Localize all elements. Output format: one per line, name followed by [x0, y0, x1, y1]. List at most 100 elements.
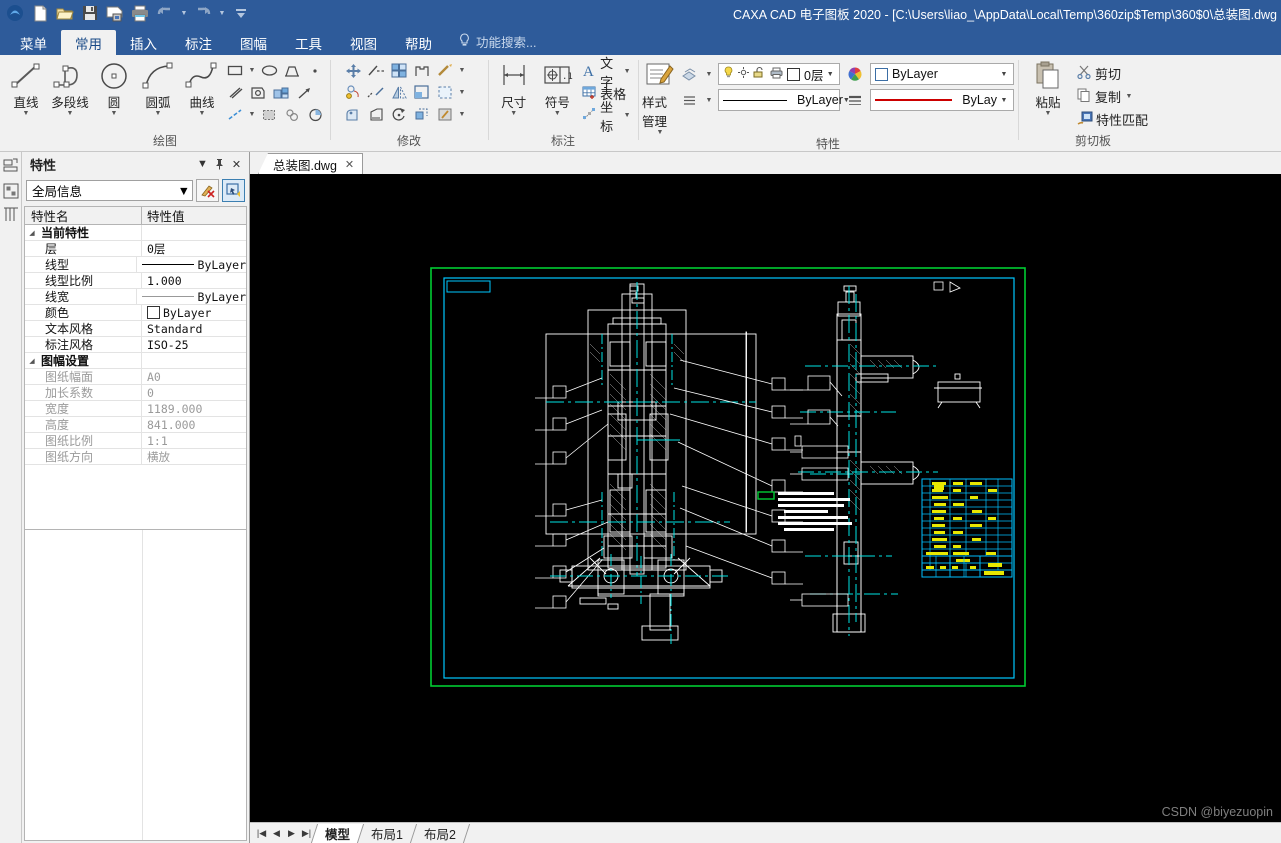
- property-row-textstyle[interactable]: 文本风格 Standard: [25, 321, 246, 337]
- tool-copy[interactable]: 复制 ▼: [1074, 86, 1151, 107]
- lineweight-selector[interactable]: ByLay ▼: [870, 89, 1014, 111]
- fillet-icon[interactable]: [434, 60, 456, 81]
- tool-coordinate[interactable]: 坐标 ▼: [579, 100, 634, 134]
- save-icon[interactable]: [79, 2, 101, 24]
- tool-line-caret-icon[interactable]: ▼: [23, 110, 30, 117]
- ellipse-icon[interactable]: [258, 60, 280, 81]
- tool-symbol[interactable]: .1 符号 ▼: [536, 58, 580, 117]
- linetype-props-caret-icon[interactable]: ▼: [704, 97, 714, 104]
- layer-color-icon[interactable]: [787, 67, 800, 81]
- tool-paste-caret-icon[interactable]: ▼: [1045, 110, 1052, 117]
- lightbulb-icon[interactable]: [723, 66, 734, 82]
- first-icon[interactable]: |◀: [254, 824, 269, 842]
- new-file-icon[interactable]: [29, 2, 51, 24]
- property-row-color[interactable]: 颜色 ByLayer: [25, 305, 246, 321]
- layout-tab-buju2[interactable]: 布局2: [409, 823, 471, 843]
- property-row-lineweight-value[interactable]: ByLayer: [198, 290, 246, 304]
- property-row-linetype[interactable]: 线型 ByLayer: [25, 257, 246, 273]
- property-row-linetype-value[interactable]: ByLayer: [198, 258, 246, 272]
- menu-tab-shitu[interactable]: 视图: [336, 30, 391, 55]
- chevron-down-icon[interactable]: ▼: [194, 156, 211, 173]
- hatch-fill-icon[interactable]: [258, 104, 280, 125]
- clear-selection-icon[interactable]: [196, 179, 219, 202]
- fillet-caret-icon[interactable]: ▼: [457, 67, 467, 74]
- scale-icon[interactable]: [411, 104, 433, 125]
- tool-copy-caret-icon[interactable]: ▼: [1124, 93, 1134, 100]
- hatch-region-icon[interactable]: [247, 82, 269, 103]
- rotate-copy-icon[interactable]: [342, 82, 364, 103]
- tool-polyline-caret-icon[interactable]: ▼: [67, 110, 74, 117]
- property-row-layer[interactable]: 层 0层: [25, 241, 246, 257]
- property-row-color-value[interactable]: ByLayer: [163, 306, 211, 320]
- group-expand-icon[interactable]: ◢: [27, 357, 37, 365]
- print-icon[interactable]: [129, 2, 151, 24]
- redo-caret-icon[interactable]: ▼: [217, 10, 227, 17]
- close-icon[interactable]: ✕: [228, 156, 245, 173]
- menu-tab-biaozhu[interactable]: 标注: [171, 30, 226, 55]
- center-line-icon[interactable]: [224, 104, 246, 125]
- tool-circle[interactable]: 圆 ▼: [92, 58, 136, 117]
- scope-selector-caret-icon[interactable]: ▼: [178, 184, 190, 198]
- property-row-ltscale[interactable]: 线型比例 1.000: [25, 273, 246, 289]
- mirror-icon[interactable]: [388, 82, 410, 103]
- layer-tab-icon[interactable]: [3, 183, 19, 204]
- layer-selector[interactable]: 0层 ▼: [718, 63, 840, 85]
- arrow-icon[interactable]: [293, 82, 315, 103]
- tool-circle-caret-icon[interactable]: ▼: [111, 110, 118, 117]
- tool-dimension-caret-icon[interactable]: ▼: [510, 110, 517, 117]
- block-icon[interactable]: [270, 82, 292, 103]
- pie-fill-icon[interactable]: [304, 104, 326, 125]
- group-expand-icon[interactable]: ◢: [27, 229, 37, 237]
- color-selector[interactable]: ByLayer ▼: [870, 63, 1014, 85]
- linetype-selector[interactable]: ByLayer ▼: [718, 89, 850, 111]
- tool-coordinate-caret-icon[interactable]: ▼: [623, 112, 631, 119]
- property-row-dimstyle-value[interactable]: ISO-25: [142, 337, 246, 352]
- property-group-sheet[interactable]: ◢ 图幅设置: [25, 353, 246, 369]
- lineweight-selector-caret-icon[interactable]: ▼: [997, 97, 1011, 104]
- extend-icon[interactable]: [411, 60, 433, 81]
- menu-tab-gongju[interactable]: 工具: [281, 30, 336, 55]
- tool-spline-caret-icon[interactable]: ▼: [199, 110, 206, 117]
- rectangle-icon[interactable]: [224, 60, 246, 81]
- property-row-ltscale-value[interactable]: 1.000: [142, 273, 246, 288]
- drawing-canvas[interactable]: CSDN @biyezuopin: [250, 174, 1281, 822]
- unlock-icon[interactable]: [753, 66, 766, 82]
- menu-tab-bangzhu[interactable]: 帮助: [391, 30, 446, 55]
- tool-text[interactable]: A 文字 ▼: [579, 56, 634, 90]
- polygon-icon[interactable]: [281, 60, 303, 81]
- property-row-dimstyle[interactable]: 标注风格 ISO-25: [25, 337, 246, 353]
- linetype-props-icon[interactable]: [678, 90, 700, 111]
- menu-tab-charu[interactable]: 插入: [116, 30, 171, 55]
- property-row-lineweight[interactable]: 线宽 ByLayer: [25, 289, 246, 305]
- tool-arc[interactable]: 圆弧 ▼: [136, 58, 180, 117]
- prev-icon[interactable]: ◀: [269, 824, 284, 842]
- center-line-caret-icon[interactable]: ▼: [247, 111, 257, 118]
- array-icon[interactable]: [388, 60, 410, 81]
- explode-caret-icon[interactable]: ▼: [457, 89, 467, 96]
- tool-arc-caret-icon[interactable]: ▼: [155, 110, 162, 117]
- explode-icon[interactable]: [434, 82, 456, 103]
- layer-props-caret-icon[interactable]: ▼: [704, 71, 714, 78]
- tool-match-properties[interactable]: 特性匹配: [1074, 109, 1151, 130]
- select-similar-icon[interactable]: [222, 179, 245, 202]
- rotate-icon[interactable]: [388, 104, 410, 125]
- next-icon[interactable]: ▶: [284, 824, 299, 842]
- undo-icon[interactable]: [154, 2, 176, 24]
- menu-tab-caidan[interactable]: 菜单: [6, 30, 61, 55]
- point-icon[interactable]: [304, 60, 326, 81]
- tool-spline[interactable]: 曲线 ▼: [180, 58, 224, 117]
- properties-grid[interactable]: 特性名 特性值 ◢ 当前特性 层 0层 线型 ByLayer 线型比例 1.000…: [24, 206, 247, 841]
- color-wheel-icon[interactable]: [844, 64, 866, 85]
- layout-tab-model[interactable]: 模型: [310, 823, 364, 843]
- pin-icon[interactable]: [211, 156, 228, 173]
- layer-selector-caret-icon[interactable]: ▼: [823, 71, 837, 78]
- printer-icon[interactable]: [770, 67, 783, 82]
- puzzle-icon[interactable]: [281, 104, 303, 125]
- tool-paste[interactable]: 粘贴 ▼: [1022, 58, 1074, 117]
- stretch-icon[interactable]: [342, 104, 364, 125]
- layer-props-icon[interactable]: [678, 64, 700, 85]
- property-row-textstyle-value[interactable]: Standard: [142, 321, 246, 336]
- break-icon[interactable]: [365, 82, 387, 103]
- scope-selector[interactable]: 全局信息 ▼: [26, 180, 193, 201]
- tool-style-manager[interactable]: 样式管理 ▼: [642, 58, 678, 136]
